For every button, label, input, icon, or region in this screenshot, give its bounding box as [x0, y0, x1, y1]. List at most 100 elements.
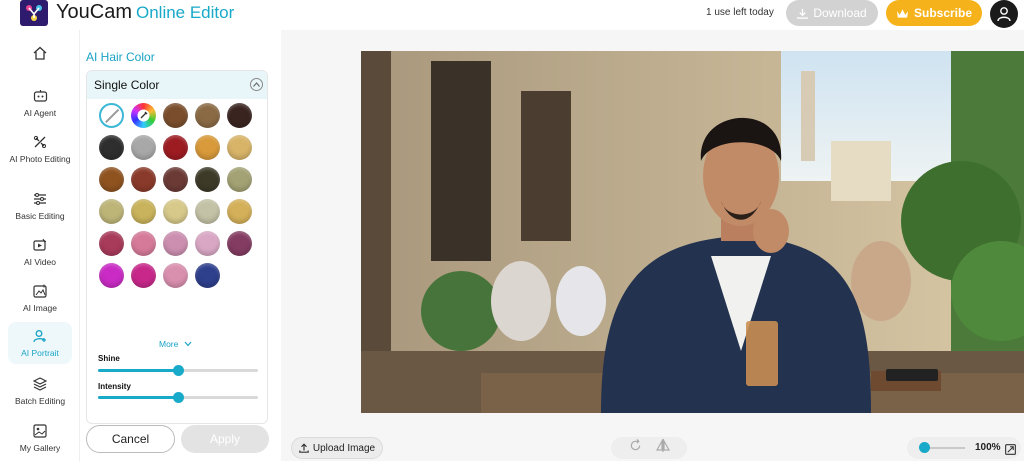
youcam-logo[interactable] [20, 0, 48, 26]
sidebar-item-label: Basic Editing [15, 211, 65, 221]
color-swatch[interactable] [99, 167, 124, 192]
color-swatch[interactable] [99, 231, 124, 256]
panel-title: AI Hair Color [86, 50, 155, 64]
color-swatch[interactable] [195, 167, 220, 192]
no-color-swatch[interactable] [99, 103, 124, 128]
gallery-icon [32, 423, 48, 439]
more-link[interactable]: More [159, 339, 192, 349]
shine-slider[interactable] [98, 365, 258, 376]
more-label: More [159, 339, 179, 349]
compare-icon[interactable] [655, 438, 670, 457]
sidebar-item-ai-portrait[interactable]: AI Portrait [8, 322, 72, 364]
sidebar-item-ai-agent[interactable]: AI Agent [8, 88, 72, 119]
zoom-level: 100% [975, 442, 1001, 453]
color-swatch[interactable] [131, 167, 156, 192]
download-icon [797, 8, 809, 19]
color-swatch[interactable] [227, 199, 252, 224]
ai-photo-editing-icon [32, 134, 48, 150]
color-swatch[interactable] [195, 199, 220, 224]
upload-icon [299, 443, 309, 453]
portrait-photo[interactable] [361, 51, 1024, 413]
download-label: Download [813, 6, 867, 20]
cancel-button[interactable]: Cancel [86, 425, 175, 453]
zoom-control: 100% [907, 437, 1021, 459]
top-bar: YouCam Online Editor 1 use left today Dow… [0, 0, 1024, 30]
sidebar-item-ai-video[interactable]: AI Video [8, 237, 72, 268]
color-swatch[interactable] [163, 263, 188, 288]
collapse-icon[interactable] [250, 78, 263, 91]
canvas-area: Upload Image 100% [281, 30, 1024, 461]
shine-slider-fill [98, 369, 178, 372]
color-swatch[interactable] [227, 167, 252, 192]
sidebar-item-ai-image[interactable]: AI Image [8, 283, 72, 314]
intensity-slider[interactable] [98, 392, 258, 403]
color-picker-swatch[interactable] [131, 103, 156, 128]
canvas-tools [611, 437, 687, 459]
download-button[interactable]: Download [786, 0, 878, 26]
color-swatch[interactable] [99, 199, 124, 224]
hair-color-panel: AI Hair Color Single Color More Shine In… [80, 30, 280, 461]
reset-icon[interactable] [629, 439, 642, 457]
brand-name[interactable]: YouCam Online Editor [56, 1, 234, 24]
color-swatch[interactable] [131, 135, 156, 160]
color-swatch[interactable] [131, 263, 156, 288]
color-swatch[interactable] [163, 103, 188, 128]
shine-label: Shine [98, 354, 120, 363]
apply-button[interactable]: Apply [181, 425, 269, 453]
upload-label: Upload Image [312, 442, 376, 454]
zoom-slider-handle[interactable] [919, 442, 930, 453]
upload-image-button[interactable]: Upload Image [291, 437, 383, 459]
color-swatch[interactable] [163, 231, 188, 256]
color-swatch[interactable] [163, 167, 188, 192]
sidebar-item-my-gallery[interactable]: My Gallery [8, 423, 72, 454]
crown-icon [896, 8, 909, 18]
intensity-slider-handle[interactable] [173, 392, 184, 403]
color-swatch[interactable] [163, 199, 188, 224]
layers-icon [32, 376, 48, 392]
color-swatch[interactable] [195, 103, 220, 128]
subscribe-button[interactable]: Subscribe [886, 0, 982, 26]
subscribe-label: Subscribe [913, 6, 973, 20]
sidebar-item-home[interactable] [8, 45, 72, 65]
sidebar-item-label: AI Image [22, 303, 58, 313]
sidebar-item-ai-photo-editing[interactable]: AI Photo Editing [8, 134, 72, 165]
fit-screen-icon[interactable] [1005, 442, 1016, 460]
color-swatch[interactable] [131, 231, 156, 256]
sidebar-item-label: AI Video [24, 257, 56, 267]
section-title: Single Color [94, 78, 160, 92]
user-avatar[interactable] [990, 0, 1018, 28]
brand-subtitle: Online Editor [135, 3, 235, 22]
color-swatch[interactable] [163, 135, 188, 160]
color-swatch[interactable] [227, 231, 252, 256]
sidebar-item-label: AI Agent [23, 108, 57, 118]
color-swatch[interactable] [195, 135, 220, 160]
color-swatch[interactable] [99, 263, 124, 288]
color-swatch[interactable] [195, 263, 220, 288]
color-swatch[interactable] [131, 199, 156, 224]
sidebar-item-basic-editing[interactable]: Basic Editing [8, 191, 72, 222]
ai-image-icon [32, 283, 48, 299]
color-swatch[interactable] [227, 135, 252, 160]
single-color-header[interactable]: Single Color [87, 71, 267, 99]
left-sidebar: AI Agent AI Photo Editing Basic Editing … [0, 30, 80, 461]
intensity-label: Intensity [98, 382, 131, 391]
single-color-card: Single Color More Shine Intensity [86, 70, 268, 424]
sidebar-item-label: Batch Editing [14, 396, 66, 406]
chevron-down-icon [184, 341, 192, 347]
color-swatch[interactable] [195, 231, 220, 256]
sidebar-item-batch-editing[interactable]: Batch Editing [8, 376, 72, 407]
ai-agent-icon [32, 88, 48, 104]
video-icon [32, 237, 48, 253]
color-swatch[interactable] [99, 135, 124, 160]
uses-left-text: 1 use left today [706, 7, 774, 18]
sliders-icon [32, 191, 48, 207]
color-swatch[interactable] [227, 103, 252, 128]
shine-slider-handle[interactable] [173, 365, 184, 376]
sidebar-item-label: AI Photo Editing [9, 154, 71, 164]
portrait-icon [32, 328, 48, 344]
intensity-slider-fill [98, 396, 178, 399]
brand-title: YouCam [56, 1, 132, 23]
user-icon [997, 7, 1011, 22]
sidebar-item-label: AI Portrait [21, 348, 59, 358]
home-icon [32, 45, 48, 61]
